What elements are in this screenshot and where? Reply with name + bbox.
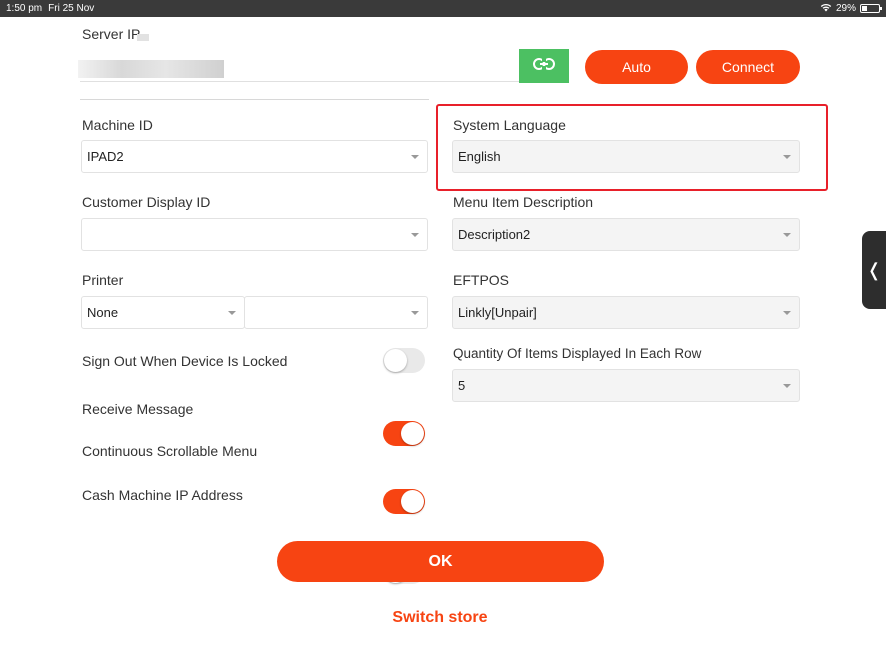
status-bar: 1:50 pm Fri 25 Nov 29% — [0, 0, 886, 17]
machine-id-value: IPAD2 — [87, 149, 124, 164]
toggle-label-continuous-menu: Continuous Scrollable Menu — [82, 443, 258, 459]
eftpos-select[interactable]: Linkly[Unpair] — [452, 296, 800, 329]
status-time: 1:50 pm — [6, 3, 43, 14]
side-panel-handle[interactable]: ❬ — [862, 231, 886, 309]
status-date: Fri 25 Nov — [48, 3, 95, 14]
switch-store-link[interactable]: Switch store — [340, 609, 540, 627]
wifi-icon — [820, 3, 832, 15]
chevron-down-icon — [228, 310, 236, 315]
quantity-per-row-label: Quantity Of Items Displayed In Each Row — [453, 346, 702, 361]
chevron-down-icon — [783, 232, 791, 237]
quantity-per-row-select[interactable]: 5 — [452, 369, 800, 402]
toggle-label-cash-machine-ip: Cash Machine IP Address — [82, 487, 243, 503]
toggle-label-sign-out: Sign Out When Device Is Locked — [82, 353, 288, 369]
chevron-down-icon — [411, 232, 419, 237]
redacted-block — [137, 34, 149, 41]
eftpos-value: Linkly[Unpair] — [458, 305, 537, 320]
link-button[interactable] — [519, 49, 569, 83]
battery-percent: 29% — [835, 3, 856, 14]
customer-display-id-label: Customer Display ID — [82, 194, 211, 210]
highlight-box — [436, 104, 828, 191]
server-ip-label: Server IP — [82, 26, 141, 42]
menu-item-description-label: Menu Item Description — [453, 194, 594, 210]
printer-select-2[interactable] — [244, 296, 428, 329]
auto-button[interactable]: Auto — [585, 50, 688, 84]
sign-out-toggle[interactable] — [383, 348, 425, 373]
customer-display-id-select[interactable] — [81, 218, 428, 251]
redacted-ip-value — [78, 60, 224, 78]
quantity-per-row-value: 5 — [458, 378, 466, 393]
divider — [80, 99, 429, 100]
battery-icon — [860, 4, 882, 13]
printer-value-1: None — [87, 305, 119, 320]
printer-select-1[interactable]: None — [81, 296, 245, 329]
connect-button[interactable]: Connect — [696, 50, 800, 84]
chevron-down-icon — [411, 310, 419, 315]
chevron-left-icon: ❬ — [866, 259, 882, 280]
machine-id-label: Machine ID — [82, 117, 153, 133]
receive-message-toggle[interactable] — [383, 421, 425, 446]
toggle-label-receive-message: Receive Message — [82, 401, 194, 417]
ok-button[interactable]: OK — [277, 541, 604, 582]
link-icon — [533, 57, 555, 75]
chevron-down-icon — [783, 383, 791, 388]
menu-item-description-select[interactable]: Description2 — [452, 218, 800, 251]
printer-label: Printer — [82, 272, 124, 288]
menu-item-description-value: Description2 — [458, 227, 531, 242]
eftpos-label: EFTPOS — [453, 272, 510, 288]
chevron-down-icon — [411, 154, 419, 159]
continuous-menu-toggle[interactable] — [383, 489, 425, 514]
machine-id-select[interactable]: IPAD2 — [81, 140, 428, 173]
chevron-down-icon — [783, 310, 791, 315]
